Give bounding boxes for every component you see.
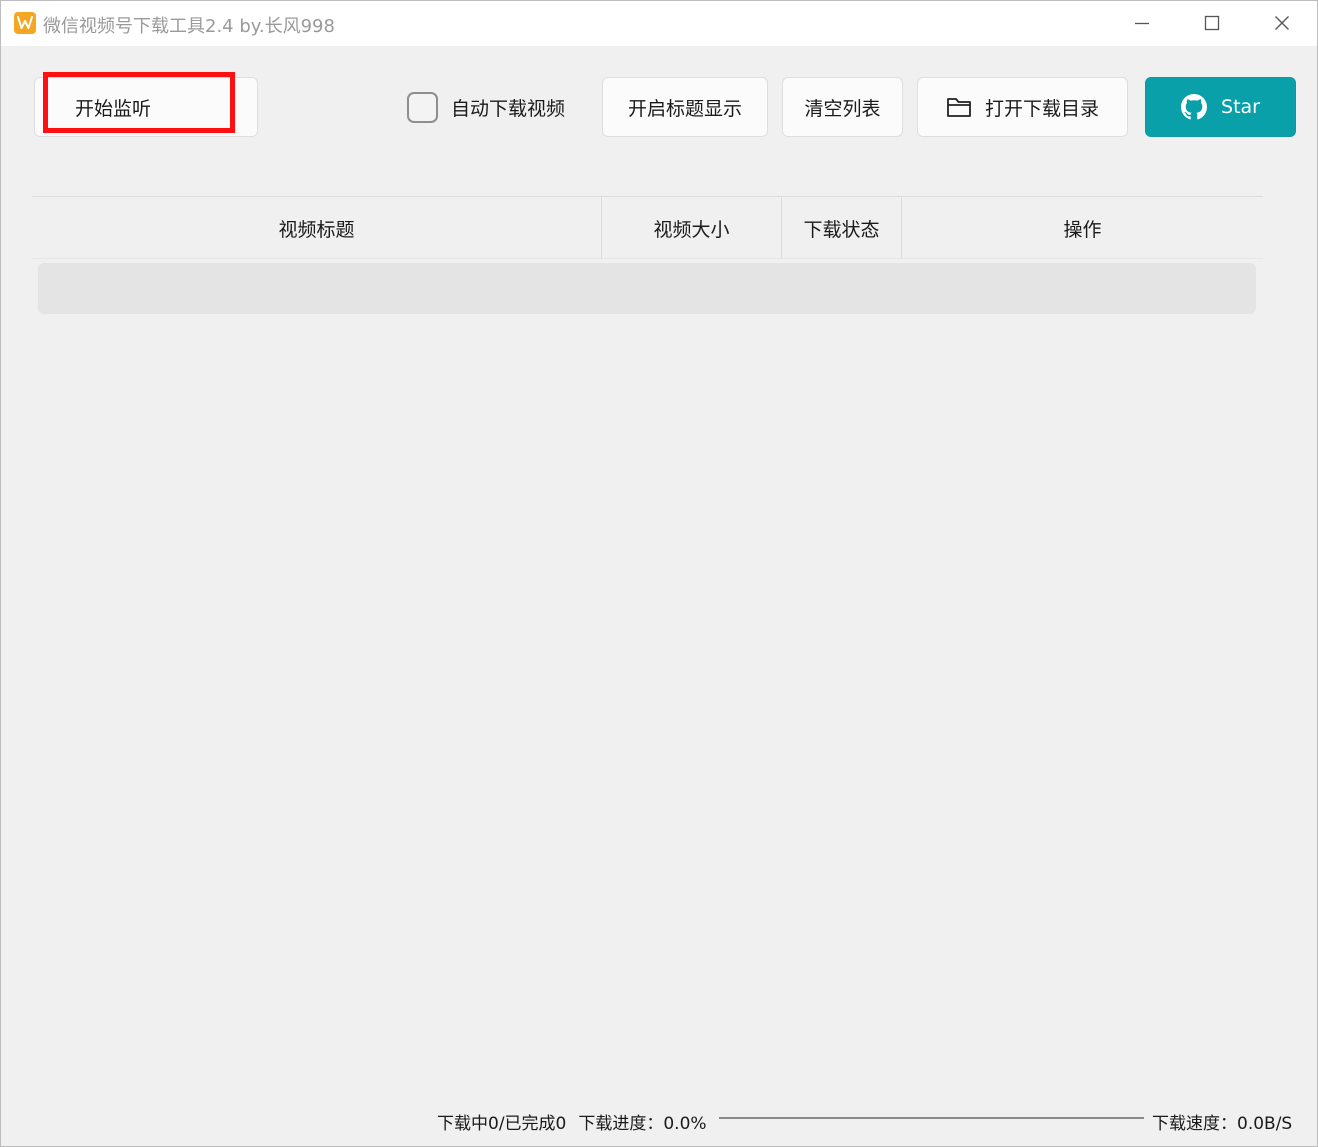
open-download-dir-button[interactable]: 打开下载目录 bbox=[917, 77, 1128, 137]
clear-list-label: 清空列表 bbox=[804, 97, 881, 120]
show-title-label: 开启标题显示 bbox=[627, 97, 742, 120]
start-listening-label: 开始监听 bbox=[74, 97, 151, 120]
minimize-icon bbox=[1135, 22, 1149, 25]
title-bar[interactable]: 微信视频号下载工具2.4 by.长风998 bbox=[1, 1, 1317, 46]
table-empty-row bbox=[38, 263, 1256, 314]
column-header-actions[interactable]: 操作 bbox=[901, 197, 1263, 259]
video-table: 视频标题 视频大小 下载状态 操作 bbox=[32, 196, 1263, 318]
folder-icon bbox=[946, 96, 972, 118]
github-icon bbox=[1181, 94, 1208, 120]
maximize-icon bbox=[1204, 15, 1220, 31]
app-logo-icon bbox=[14, 12, 36, 34]
download-progress-bar bbox=[719, 1117, 1144, 1119]
maximize-button[interactable] bbox=[1177, 1, 1247, 46]
auto-download-checkbox[interactable] bbox=[407, 91, 438, 123]
download-count-status: 下载中0/已完成0 bbox=[437, 1114, 567, 1134]
column-header-status[interactable]: 下载状态 bbox=[781, 197, 901, 259]
clear-list-button[interactable]: 清空列表 bbox=[782, 77, 903, 137]
close-button[interactable] bbox=[1247, 1, 1317, 46]
table-header: 视频标题 视频大小 下载状态 操作 bbox=[32, 196, 1263, 259]
app-window: 微信视频号下载工具2.4 by.长风998 开始监听 自动下载视频 开启标题显示 bbox=[0, 0, 1318, 1147]
github-star-button[interactable]: Star bbox=[1145, 77, 1296, 137]
open-download-dir-label: 打开下载目录 bbox=[984, 97, 1099, 120]
auto-download-label: 自动下载视频 bbox=[451, 97, 566, 120]
column-header-size[interactable]: 视频大小 bbox=[601, 197, 781, 259]
download-speed-status: 下载速度：0.0B/S bbox=[1152, 1114, 1293, 1134]
auto-download-toggle[interactable]: 自动下载视频 bbox=[407, 91, 565, 123]
window-title: 微信视频号下载工具2.4 by.长风998 bbox=[43, 16, 335, 37]
column-header-title[interactable]: 视频标题 bbox=[32, 197, 601, 259]
download-progress-text: 下载进度：0.0% bbox=[578, 1114, 707, 1134]
close-icon bbox=[1275, 16, 1289, 30]
start-listening-button[interactable]: 开始监听 bbox=[34, 77, 258, 137]
show-title-button[interactable]: 开启标题显示 bbox=[602, 77, 768, 137]
status-bar-left: 下载中0/已完成0 下载进度：0.0% bbox=[437, 1109, 719, 1134]
github-star-label: Star bbox=[1221, 96, 1260, 118]
minimize-button[interactable] bbox=[1107, 1, 1177, 46]
